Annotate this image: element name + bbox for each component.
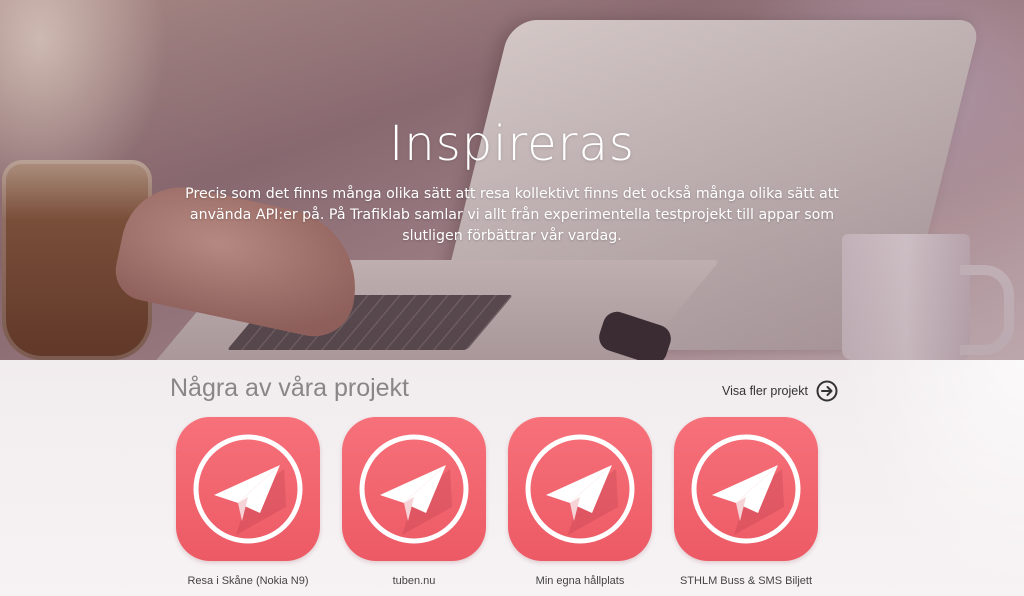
projects-heading: Några av våra projekt	[170, 374, 410, 402]
project-card-sthlm-buss[interactable]: STHLM Buss & SMS Biljett	[660, 417, 832, 587]
project-app-icon[interactable]	[176, 417, 320, 561]
project-label[interactable]: Min egna hållplats	[494, 575, 666, 587]
project-label[interactable]: tuben.nu	[328, 575, 500, 587]
project-label[interactable]: STHLM Buss & SMS Biljett	[660, 575, 832, 587]
hero-overlay	[0, 0, 1024, 360]
arrow-right-circle-icon	[816, 380, 838, 402]
paper-plane-icon	[359, 434, 469, 544]
paper-plane-icon	[525, 434, 635, 544]
project-app-icon[interactable]	[342, 417, 486, 561]
project-app-icon[interactable]	[674, 417, 818, 561]
more-projects-link[interactable]: Visa fler projekt	[722, 380, 838, 402]
project-card-resa-i-skane[interactable]: Resa i Skåne (Nokia N9)	[162, 417, 334, 587]
paper-plane-icon	[193, 434, 303, 544]
hero-title: Inspireras	[389, 116, 635, 172]
project-card-min-egna-hallplats[interactable]: Min egna hållplats	[494, 417, 666, 587]
more-projects-label: Visa fler projekt	[722, 384, 808, 398]
paper-plane-icon	[691, 434, 801, 544]
hero-section: Inspireras Precis som det finns många ol…	[0, 0, 1024, 360]
project-label[interactable]: Resa i Skåne (Nokia N9)	[162, 575, 334, 587]
project-card-tuben[interactable]: tuben.nu	[328, 417, 500, 587]
projects-section: Några av våra projekt Visa fler projekt …	[0, 360, 1024, 596]
project-app-icon[interactable]	[508, 417, 652, 561]
hero-description: Precis som det finns många olika sätt at…	[185, 186, 839, 244]
